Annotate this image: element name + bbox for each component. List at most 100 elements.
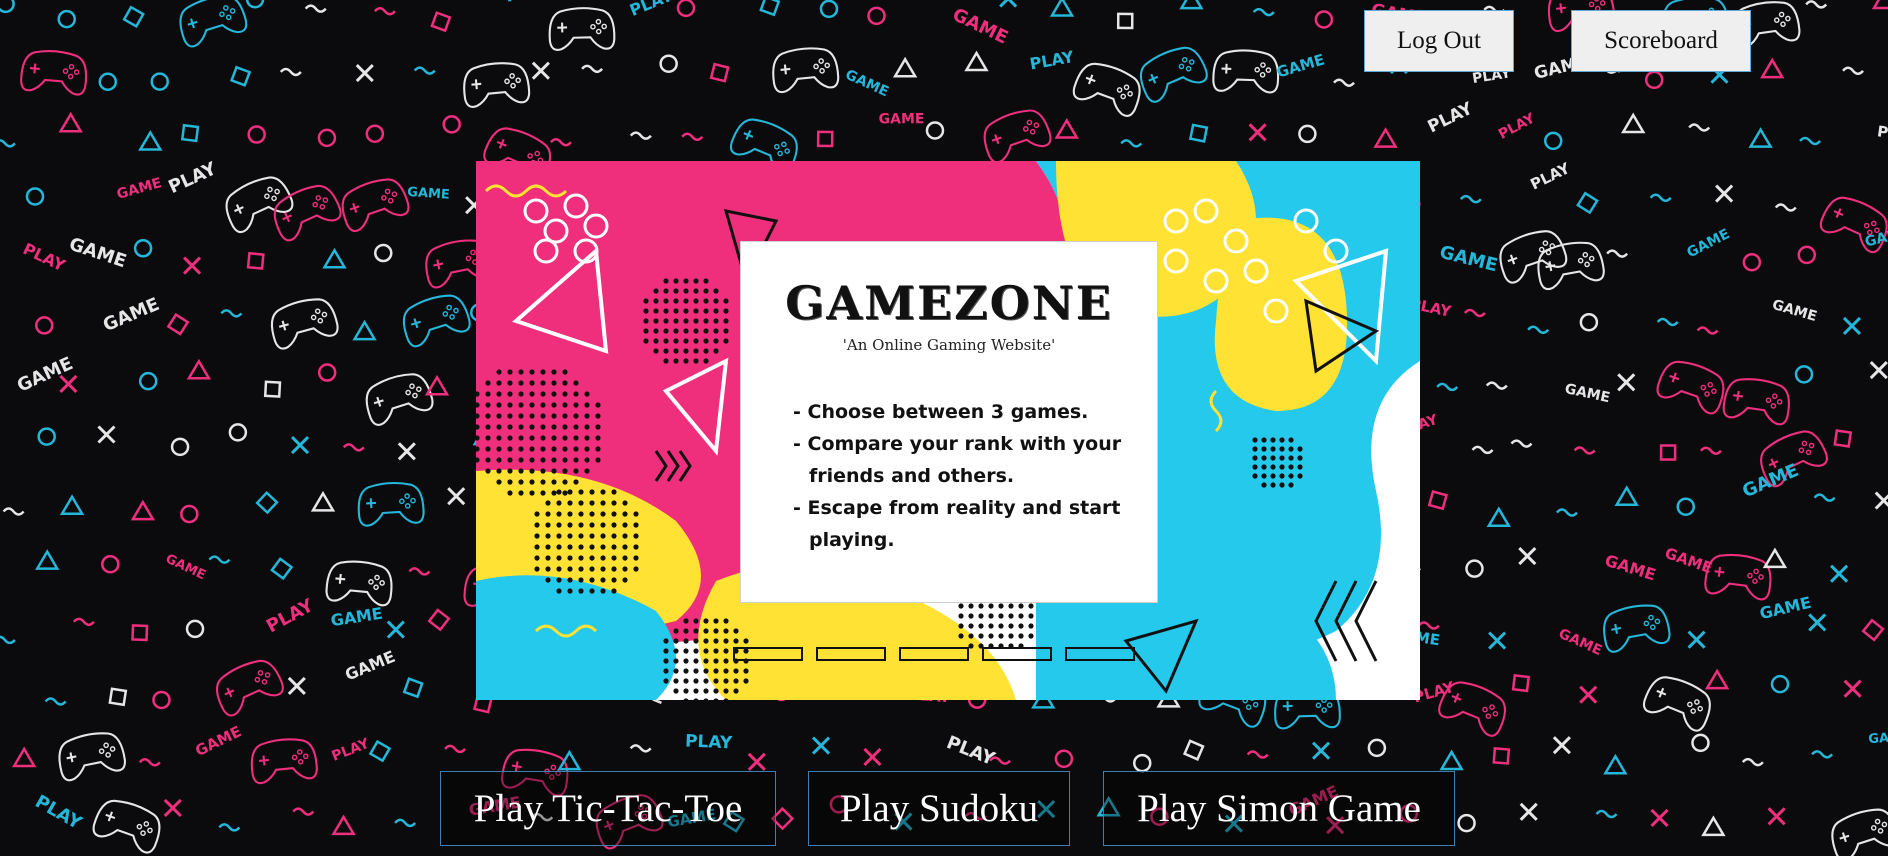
cross-icon	[1808, 613, 1827, 632]
triangle-icon	[186, 358, 212, 380]
circle-icon	[1797, 245, 1817, 265]
carousel-indicator-2[interactable]	[816, 647, 886, 661]
triangle-icon	[1486, 506, 1511, 528]
cross-icon	[59, 374, 78, 394]
triangle-icon	[59, 494, 85, 515]
cross-icon	[1843, 679, 1862, 698]
gamepad-icon	[324, 557, 395, 608]
gamepad-icon	[54, 727, 128, 783]
square-icon	[1861, 618, 1885, 642]
triangle-icon	[1179, 0, 1204, 10]
svg-text:GAME: GAME	[1868, 729, 1888, 747]
circle-icon	[1054, 749, 1074, 769]
gamepad-icon	[1493, 223, 1570, 286]
gamepad-icon	[1653, 354, 1731, 417]
svg-text:GAME: GAME	[1628, 0, 1672, 5]
svg-text:GAME: GAME	[100, 294, 162, 336]
carousel-indicator-1[interactable]	[733, 647, 803, 661]
circle-icon	[180, 504, 199, 524]
circle-icon	[1794, 365, 1814, 384]
cross-icon	[1715, 184, 1734, 203]
circle-icon	[1644, 70, 1664, 90]
triangle-icon	[1701, 815, 1726, 837]
square-icon	[246, 251, 265, 270]
circle-icon	[925, 121, 945, 140]
svg-text:PLAY: PLAY	[1028, 47, 1075, 74]
triangle-icon	[1621, 112, 1646, 134]
circle-icon	[57, 9, 76, 29]
cross-icon	[1248, 123, 1267, 142]
triangle-icon	[1439, 749, 1464, 771]
svg-text:GAME: GAME	[115, 175, 163, 203]
svg-text:PLAY: PLAY	[1527, 159, 1573, 194]
circle-icon	[1770, 674, 1790, 694]
gamepad-icon	[19, 47, 90, 97]
svg-text:GAME: GAME	[1437, 242, 1499, 277]
circle-icon	[659, 54, 678, 73]
svg-text:GAME: GAME	[1603, 551, 1659, 585]
circle-icon	[1298, 124, 1317, 144]
circle-icon	[1543, 131, 1563, 151]
cross-icon	[1518, 546, 1537, 566]
gamepad-icon	[265, 292, 341, 352]
svg-text:PLAY: PLAY	[31, 791, 86, 834]
svg-text:PLAY: PLAY	[330, 735, 373, 764]
gamepad-icon	[89, 793, 167, 856]
triangle-icon	[1760, 57, 1785, 79]
square-icon	[270, 557, 294, 581]
square-icon	[1182, 739, 1205, 761]
square-icon	[1188, 123, 1209, 143]
triangle-icon	[1373, 127, 1398, 148]
triangle-icon	[1704, 668, 1730, 690]
triangle-icon	[130, 499, 156, 521]
circle-icon	[133, 239, 153, 258]
cross-icon	[531, 61, 550, 80]
triangle-icon	[1762, 547, 1788, 569]
gamepad-icon	[769, 44, 841, 94]
circle-icon	[1367, 738, 1387, 758]
svg-text:GAME: GAME	[949, 4, 1011, 48]
play-simon-game-button[interactable]: Play Simon Game	[1103, 771, 1455, 846]
svg-text:GAME: GAME	[843, 67, 891, 101]
feature-item: - Escape from reality and start playing.	[793, 497, 1121, 551]
square-icon	[1116, 12, 1134, 30]
gamepad-icon	[335, 172, 413, 235]
circle-icon	[1457, 813, 1476, 833]
cross-icon	[1687, 630, 1706, 649]
hero-carousel: GAMEZONE 'An Online Gaming Website' - Ch…	[476, 161, 1420, 700]
cross-icon	[386, 620, 405, 639]
square-icon	[263, 380, 282, 398]
gamepad-icon	[248, 735, 319, 785]
circle-icon	[819, 0, 839, 19]
carousel-indicators	[733, 647, 1135, 661]
square-icon	[166, 312, 190, 336]
feature-item: - Choose between 3 games.	[793, 401, 1089, 423]
cross-icon	[1650, 808, 1669, 828]
carousel-indicator-4[interactable]	[982, 647, 1052, 661]
circle-icon	[25, 187, 45, 206]
svg-text:GAME: GAME	[879, 111, 925, 127]
carousel-indicator-3[interactable]	[899, 647, 969, 661]
circle-icon	[152, 690, 171, 710]
gamepad-icon	[1640, 669, 1718, 735]
cross-icon	[1767, 807, 1786, 826]
play-tic-tac-toe-button[interactable]: Play Tic-Tac-Toe	[440, 771, 776, 846]
square-icon	[759, 0, 781, 17]
circle-icon	[1314, 10, 1334, 29]
circle-icon	[365, 124, 385, 143]
play-sudoku-button[interactable]: Play Sudoku	[808, 771, 1070, 846]
circle-icon	[676, 0, 696, 18]
svg-text:GAME: GAME	[163, 552, 208, 584]
circle-icon	[374, 243, 393, 263]
circle-icon	[150, 72, 169, 91]
svg-text:PLAY: PLAY	[627, 0, 676, 20]
svg-text:PLAY: PLAY	[1496, 110, 1539, 143]
triangle-icon	[138, 130, 163, 151]
logout-button[interactable]: Log Out	[1364, 10, 1514, 72]
carousel-indicator-5[interactable]	[1065, 647, 1135, 661]
feature-item: - Compare your rank with your friends an…	[793, 433, 1122, 487]
square-icon	[816, 130, 834, 148]
scoreboard-button[interactable]: Scoreboard	[1571, 10, 1751, 72]
gamepad-icon	[1533, 237, 1607, 292]
cross-icon	[811, 736, 831, 755]
